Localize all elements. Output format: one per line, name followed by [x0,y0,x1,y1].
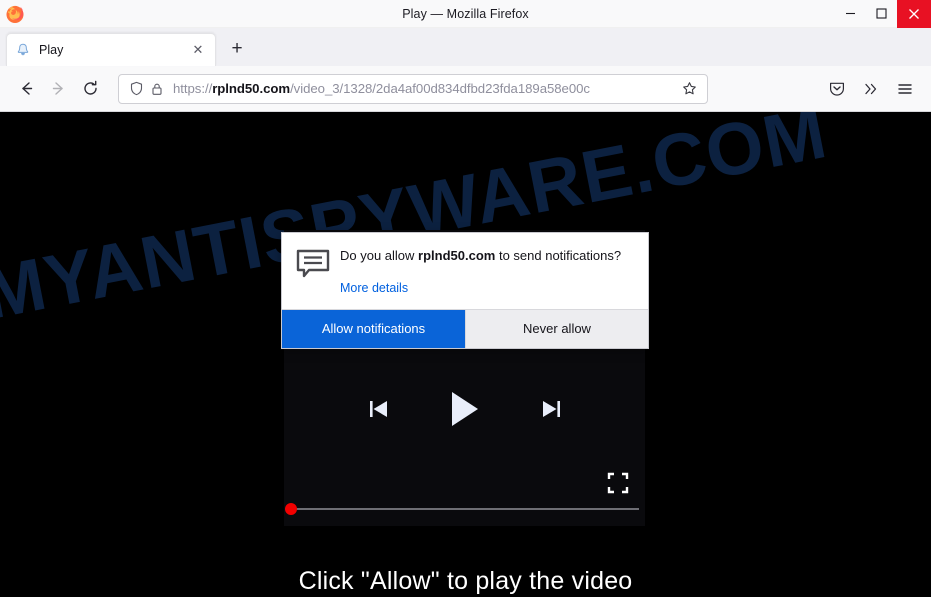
url-host: rplnd50.com [212,81,291,96]
tab-strip: Play ✕ + [0,28,931,66]
page-caption: Click "Allow" to play the video [298,567,633,595]
forward-button[interactable] [42,73,74,105]
url-text: https://rplnd50.com/video_3/1328/2da4af0… [173,81,679,96]
window-controls [835,0,931,28]
new-tab-button[interactable]: + [222,34,252,64]
back-button[interactable] [10,73,42,105]
page-content: MYANTISPYWARE.COM Click "Allow" to play … [0,112,931,597]
notification-permission-popup[interactable]: Do you allow rplnd50.com to send notific… [281,232,649,349]
maximize-button[interactable] [866,0,897,28]
close-window-button[interactable] [897,0,931,28]
play-icon[interactable] [448,390,482,428]
previous-track-icon[interactable] [366,396,392,422]
popup-actions: Allow notifications Never allow [282,308,648,348]
never-allow-button[interactable]: Never allow [465,309,648,348]
progress-scrubber[interactable] [285,503,297,515]
bell-icon [15,42,31,58]
permission-question: Do you allow rplnd50.com to send notific… [340,247,634,265]
reload-button[interactable] [74,73,106,105]
hamburger-menu-icon[interactable] [889,73,921,105]
pocket-icon[interactable] [821,73,853,105]
popup-texts: Do you allow rplnd50.com to send notific… [334,247,634,299]
firefox-logo-icon [4,3,26,25]
more-details-link[interactable]: More details [340,281,408,295]
url-scheme: https:// [173,81,213,96]
question-prefix: Do you allow [340,248,419,263]
player-progress-bar[interactable] [284,502,645,516]
bookmark-star-icon[interactable] [679,79,699,99]
overflow-chevrons-icon[interactable] [855,73,887,105]
tab-play[interactable]: Play ✕ [6,33,216,66]
next-track-icon[interactable] [538,396,564,422]
question-host: rplnd50.com [418,248,496,263]
popup-body: Do you allow rplnd50.com to send notific… [282,233,648,309]
fullscreen-icon[interactable] [607,472,629,494]
minimize-button[interactable] [835,0,866,28]
toolbar-right-group [821,73,921,105]
shield-icon[interactable] [127,80,145,98]
url-bar[interactable]: https://rplnd50.com/video_3/1328/2da4af0… [118,73,708,104]
lock-icon[interactable] [148,80,166,98]
notification-bubble-icon [296,247,334,299]
window-title: Play — Mozilla Firefox [402,6,529,21]
allow-notifications-button[interactable]: Allow notifications [282,309,465,348]
tab-label: Play [39,43,64,57]
window-titlebar: Play — Mozilla Firefox [0,0,931,28]
question-suffix: to send notifications? [495,248,622,263]
progress-track [290,508,639,510]
tab-close-icon[interactable]: ✕ [189,41,207,59]
player-main-controls [284,390,645,428]
url-path: /video_3/1328/2da4af00d834dfbd23fda189a5… [290,81,590,96]
navigation-toolbar: https://rplnd50.com/video_3/1328/2da4af0… [0,66,931,112]
